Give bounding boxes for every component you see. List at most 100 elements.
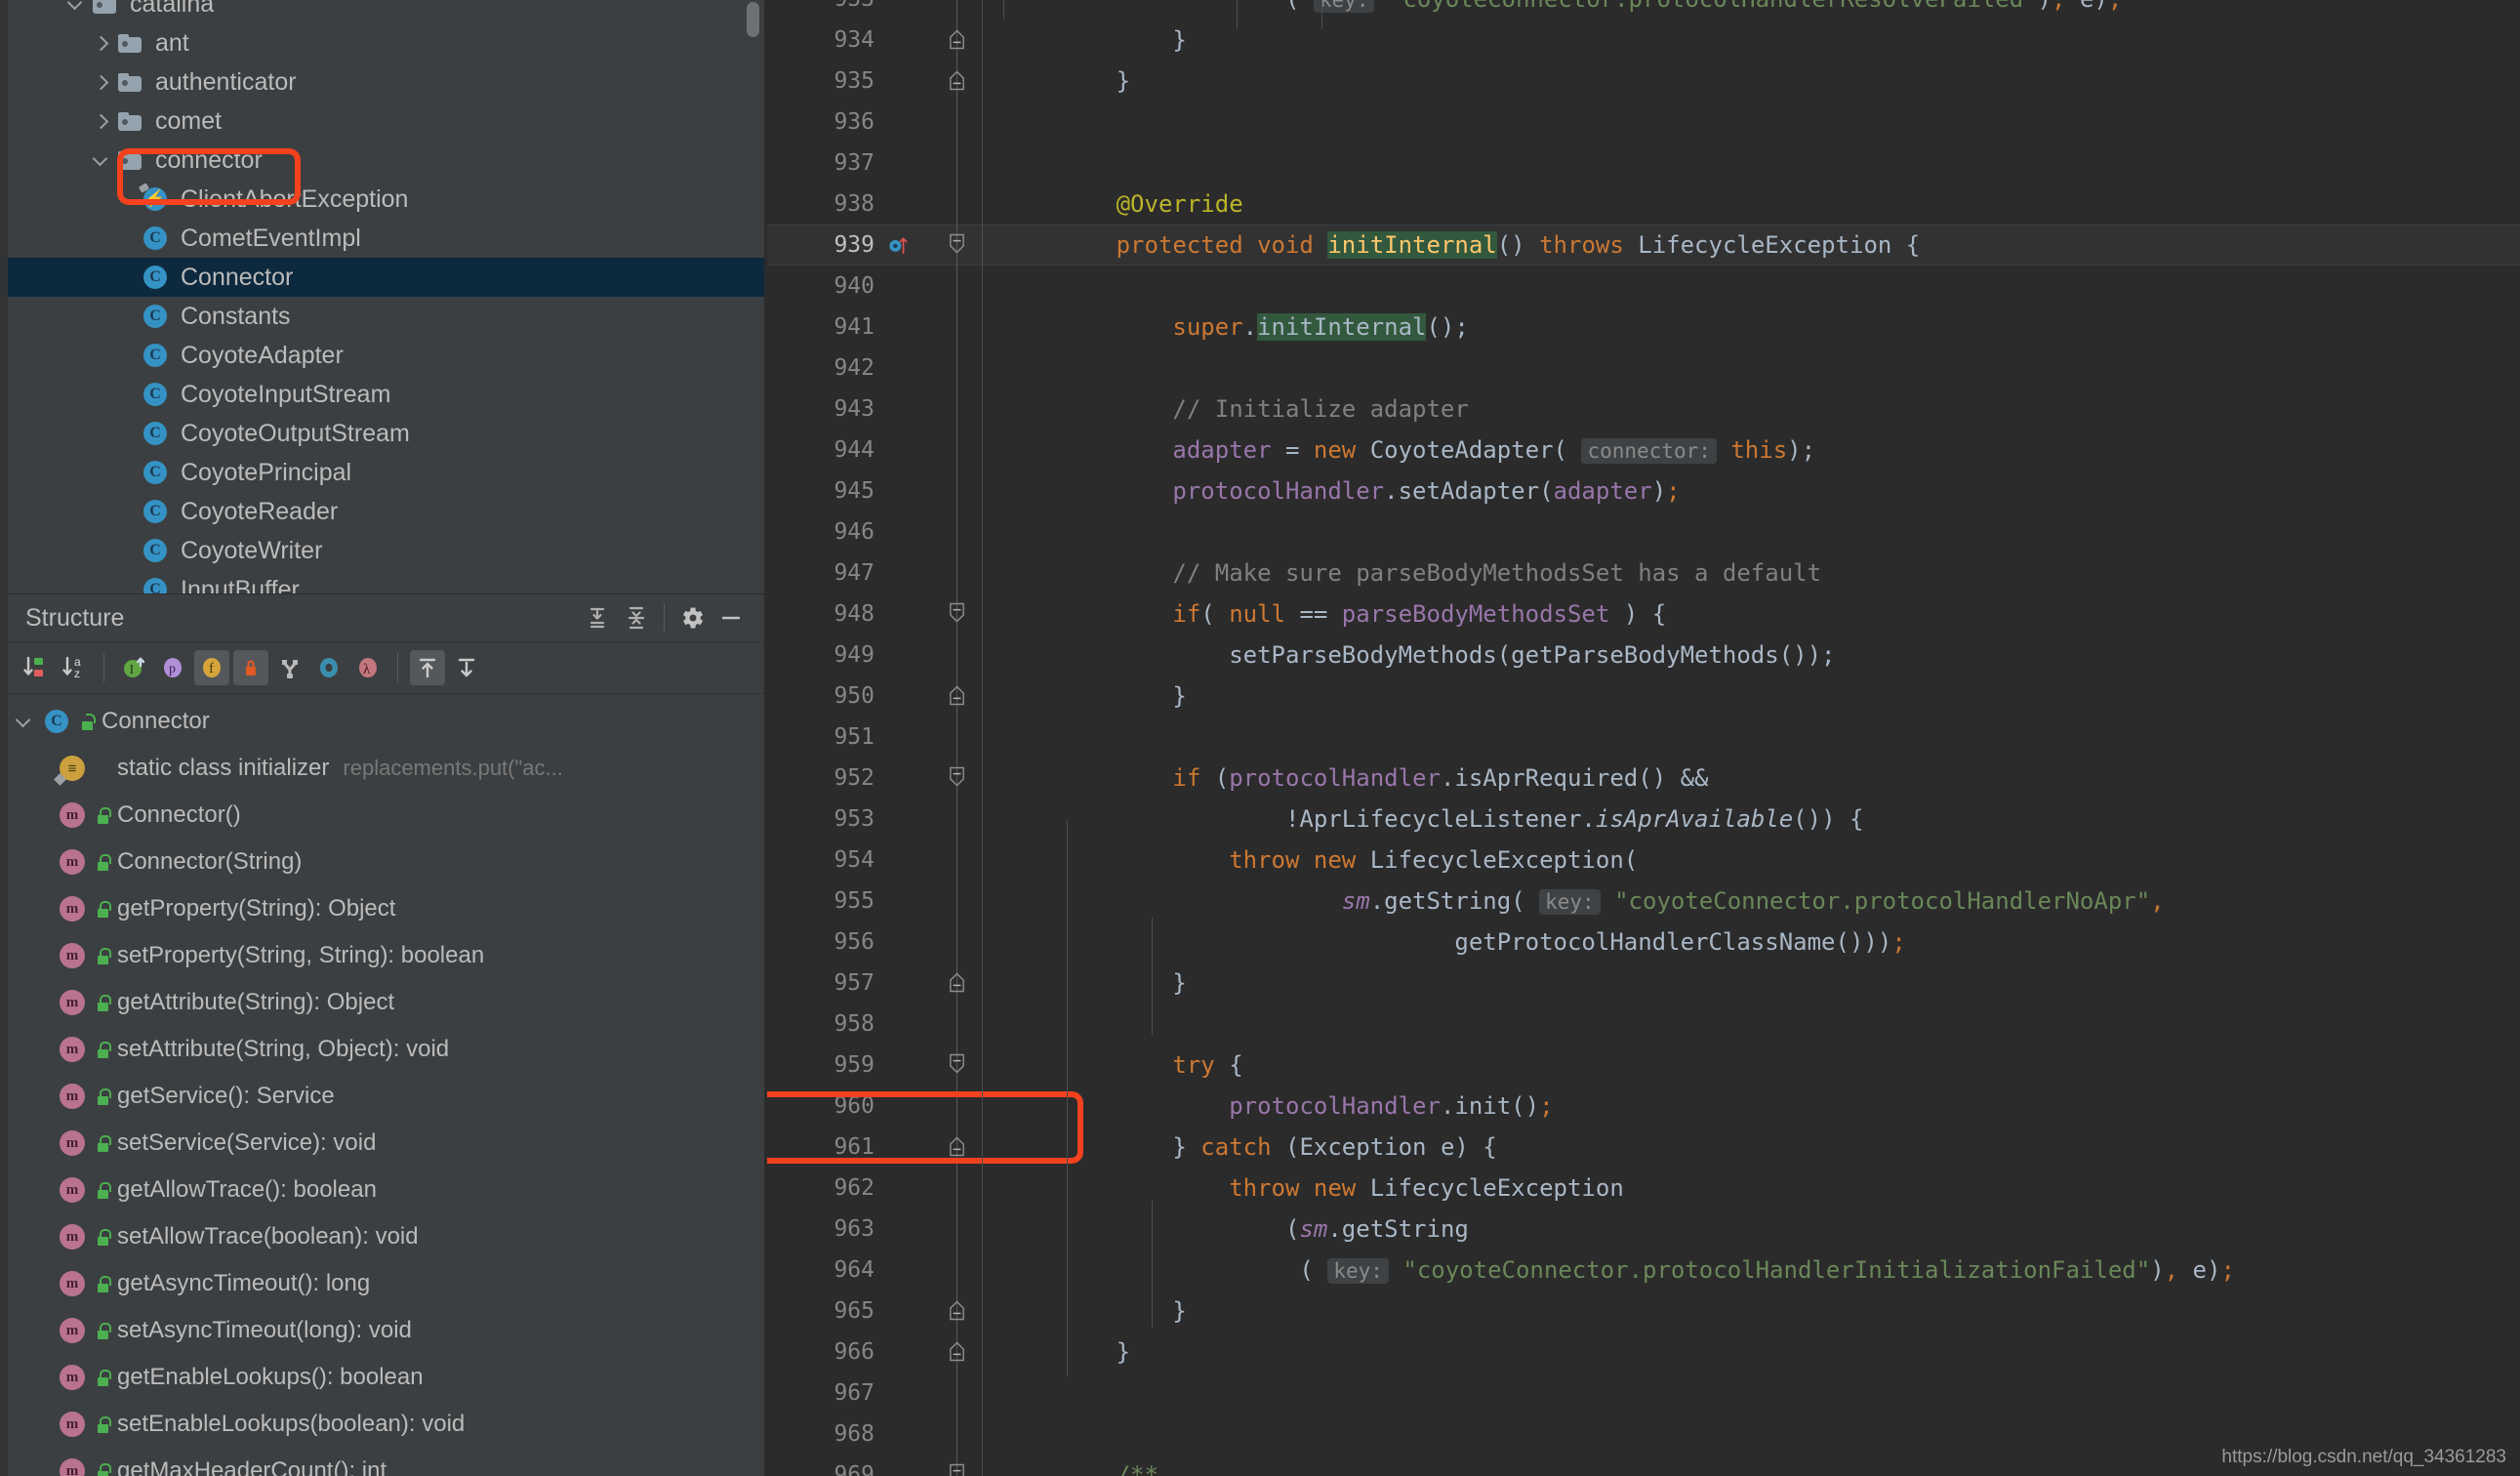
code-text[interactable]: } (980, 67, 2520, 95)
tree-item-authenticator[interactable]: authenticator (8, 62, 764, 102)
structure-item[interactable]: m getEnableLookups(): boolean (8, 1354, 764, 1401)
property-icon[interactable]: p (155, 650, 190, 685)
sort-visibility-icon[interactable] (18, 650, 53, 685)
editor-line[interactable]: 934 } (767, 20, 2520, 61)
fold-gutter[interactable] (933, 1045, 980, 1086)
structure-item[interactable]: ≡ static class initializer replacements.pu… (8, 745, 764, 792)
fold-gutter[interactable] (933, 594, 980, 635)
structure-item[interactable]: m setAsyncTimeout(long): void (8, 1307, 764, 1354)
code-text[interactable]: sm.getString( key: "coyoteConnector.prot… (980, 887, 2520, 915)
lambda-icon[interactable]: λ (350, 650, 386, 685)
inherited-icon[interactable]: I (116, 650, 151, 685)
editor-line[interactable]: 942 (767, 348, 2520, 389)
code-text[interactable]: adapter = new CoyoteAdapter( connector: … (980, 436, 2520, 464)
editor-line[interactable]: 961 } catch (Exception e) { (767, 1127, 2520, 1168)
tree-item-ant[interactable]: ant (8, 23, 764, 62)
editor-line[interactable]: 946 (767, 512, 2520, 553)
tool-window-stripe-left[interactable] (0, 0, 8, 1476)
editor-line[interactable]: 933 ( key: "coyoteConnector.protocolHand… (767, 0, 2520, 20)
editor-line[interactable]: 955 sm.getString( key: "coyoteConnector.… (767, 881, 2520, 922)
code-text[interactable]: } (980, 26, 2520, 54)
editor-line[interactable]: 939 protected void initInternal() throws… (767, 225, 2520, 266)
editor-line[interactable]: 967 (767, 1373, 2520, 1414)
structure-tree[interactable]: C Connector ≡ static class initializer repla… (8, 694, 764, 1476)
code-text[interactable]: } (980, 1338, 2520, 1366)
fold-gutter[interactable] (933, 61, 980, 102)
code-text[interactable]: protected void initInternal() throws Lif… (980, 231, 2520, 259)
editor-line[interactable]: 949 setParseBodyMethods(getParseBodyMeth… (767, 635, 2520, 676)
structure-item[interactable]: m setAllowTrace(boolean): void (8, 1213, 764, 1260)
fold-gutter[interactable] (933, 1127, 980, 1168)
editor-line[interactable]: 952 if (protocolHandler.isAprRequired() … (767, 758, 2520, 799)
autoscroll-up-icon[interactable] (410, 650, 445, 685)
structure-item[interactable]: m getAttribute(String): Object (8, 979, 764, 1026)
tree-item-connector[interactable]: connector (8, 141, 764, 180)
code-text[interactable]: (sm.getString (980, 1215, 2520, 1243)
tree-item-cometeventimpl[interactable]: C CometEventImpl (8, 219, 764, 258)
tree-item-constants[interactable]: C Constants (8, 297, 764, 336)
structure-item[interactable]: m getService(): Service (8, 1073, 764, 1120)
editor-line[interactable]: 941 super.initInternal(); (767, 307, 2520, 348)
overridden-method-icon[interactable] (882, 225, 933, 266)
structure-item[interactable]: m Connector(String) (8, 839, 764, 885)
tree-item-coyoteinputstream[interactable]: C CoyoteInputStream (8, 375, 764, 414)
editor-line[interactable]: 964 ( key: "coyoteConnector.protocolHand… (767, 1250, 2520, 1291)
editor-line[interactable]: 943 // Initialize adapter (767, 389, 2520, 430)
code-text[interactable]: !AprLifecycleListener.isAprAvailable()) … (980, 805, 2520, 833)
editor-line[interactable]: 937 (767, 143, 2520, 184)
fold-gutter[interactable] (933, 20, 980, 61)
fold-gutter[interactable] (933, 963, 980, 1004)
code-text[interactable]: getProtocolHandlerClassName())); (980, 928, 2520, 956)
tree-item-coyotereader[interactable]: C CoyoteReader (8, 492, 764, 531)
expand-all-icon[interactable] (578, 598, 617, 637)
minimize-icon[interactable] (711, 598, 751, 637)
editor-line[interactable]: 960 protocolHandler.init(); (767, 1086, 2520, 1127)
editor-line[interactable]: 965 } (767, 1291, 2520, 1332)
tree-item-coyotewriter[interactable]: C CoyoteWriter (8, 531, 764, 570)
code-text[interactable]: } catch (Exception e) { (980, 1133, 2520, 1161)
structure-item[interactable]: m getAsyncTimeout(): long (8, 1260, 764, 1307)
tree-item-clientabortexception[interactable]: ⚡ ClientAbortException (8, 180, 764, 219)
gear-icon[interactable] (672, 598, 711, 637)
fold-gutter[interactable] (933, 676, 980, 717)
editor-line[interactable]: 950 } (767, 676, 2520, 717)
structure-item[interactable]: m getMaxHeaderCount(): int (8, 1448, 764, 1476)
editor-line[interactable]: 935 } (767, 61, 2520, 102)
code-text[interactable]: } (980, 969, 2520, 997)
code-text[interactable]: setParseBodyMethods(getParseBodyMethods(… (980, 641, 2520, 669)
chevron-down-icon[interactable] (88, 141, 113, 180)
editor-line[interactable]: 940 (767, 266, 2520, 307)
editor-line[interactable]: 957 } (767, 963, 2520, 1004)
editor-line[interactable]: 951 (767, 717, 2520, 758)
donut-icon[interactable] (311, 650, 346, 685)
tree-item-coyoteprincipal[interactable]: C CoyotePrincipal (8, 453, 764, 492)
editor-line[interactable]: 936 (767, 102, 2520, 143)
chevron-down-icon[interactable] (8, 715, 39, 728)
structure-item[interactable]: m setProperty(String, String): boolean (8, 932, 764, 979)
anonymous-icon[interactable] (272, 650, 307, 685)
tree-item-catalina[interactable]: catalina (8, 0, 764, 23)
fold-gutter[interactable] (933, 758, 980, 799)
tree-item-connector[interactable]: C Connector (8, 258, 764, 297)
editor-line[interactable]: 948 if( null == parseBodyMethodsSet ) { (767, 594, 2520, 635)
editor-line[interactable]: 966 } (767, 1332, 2520, 1373)
structure-item[interactable]: m Connector() (8, 792, 764, 839)
fold-gutter[interactable] (933, 225, 980, 266)
code-text[interactable]: throw new LifecycleException (980, 1174, 2520, 1202)
chevron-right-icon[interactable] (88, 23, 113, 62)
code-editor[interactable]: 933 ( key: "coyoteConnector.protocolHand… (767, 0, 2520, 1476)
autoscroll-down-icon[interactable] (449, 650, 484, 685)
code-text[interactable]: // Initialize adapter (980, 395, 2520, 423)
code-text[interactable]: ( key: "coyoteConnector.protocolHandlerR… (980, 0, 2520, 20)
editor-line[interactable]: 958 (767, 1004, 2520, 1045)
editor-line[interactable]: 954 throw new LifecycleException( (767, 840, 2520, 881)
tree-item-coyoteoutputstream[interactable]: C CoyoteOutputStream (8, 414, 764, 453)
code-text[interactable]: } (980, 682, 2520, 710)
code-text[interactable]: } (980, 1297, 2520, 1325)
fold-gutter[interactable] (933, 1332, 980, 1373)
code-text[interactable]: @Override (980, 190, 2520, 218)
editor-line[interactable]: 938 @Override (767, 184, 2520, 225)
fold-gutter[interactable] (933, 1291, 980, 1332)
code-text[interactable]: protocolHandler.setAdapter(adapter); (980, 477, 2520, 505)
field-icon[interactable]: f (194, 650, 229, 685)
